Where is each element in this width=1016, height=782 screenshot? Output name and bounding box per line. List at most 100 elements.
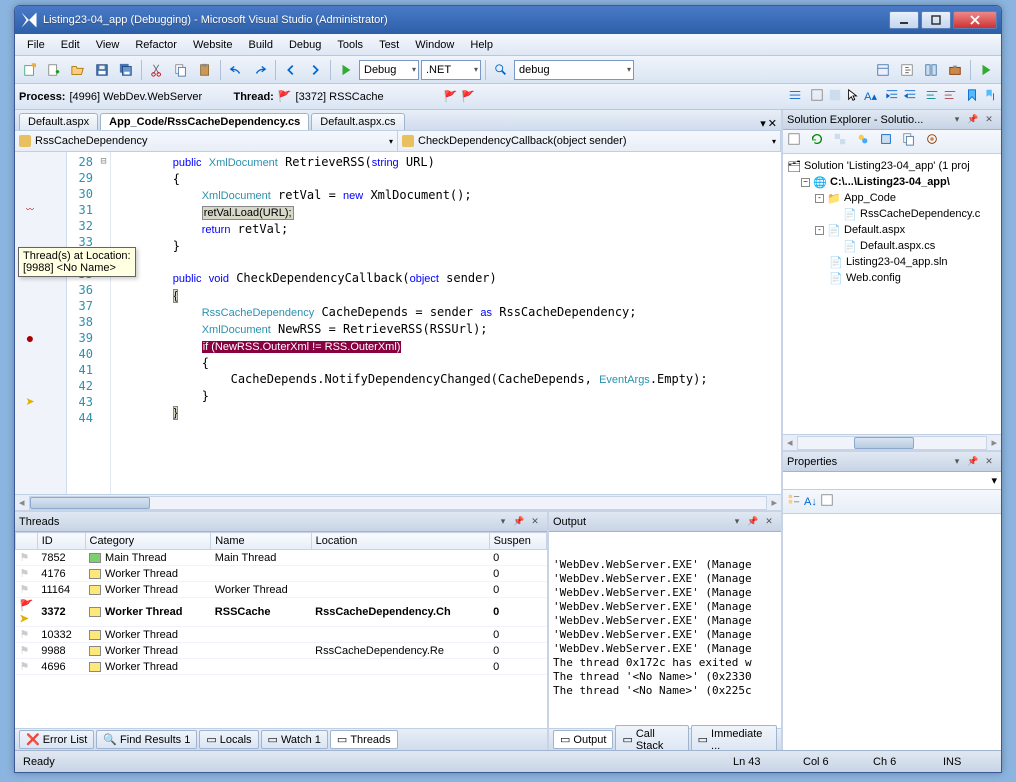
thread-row[interactable]: ⚑11164Worker ThreadWorker Thread0	[16, 582, 547, 598]
show-threads-button[interactable]	[788, 88, 802, 105]
thread-row[interactable]: ⚑4696Worker Thread0	[16, 659, 547, 675]
pin-icon[interactable]: 📌	[745, 514, 761, 530]
bottom-tab[interactable]: ▭Output	[553, 730, 613, 749]
tb-btn-b[interactable]	[828, 88, 842, 105]
panel-close-button[interactable]: ✕	[761, 514, 777, 530]
tree-node[interactable]: 📄Listing23-04_app.sln	[787, 254, 997, 270]
close-button[interactable]	[953, 11, 997, 29]
bottom-tab[interactable]: ▭Threads	[330, 730, 398, 749]
code-editor[interactable]: 〰●➤ 2829303132333435363738394041424344 ⊟…	[15, 152, 781, 494]
active-files-dropdown[interactable]: ▾	[760, 117, 766, 130]
find-in-files-button[interactable]	[490, 59, 512, 81]
panel-close-button[interactable]: ✕	[981, 454, 997, 470]
sln-view-code-button[interactable]	[856, 132, 876, 152]
menu-window[interactable]: Window	[407, 37, 462, 53]
bottom-tab[interactable]: ▭Locals	[199, 730, 258, 749]
doc-tab[interactable]: Default.aspx.cs	[311, 113, 404, 130]
dropdown-icon[interactable]: ▾	[991, 474, 997, 487]
maximize-button[interactable]	[921, 11, 951, 29]
threads-grid[interactable]: IDCategoryNameLocationSuspen⚑7852Main Th…	[15, 532, 547, 728]
flag-toggle-button[interactable]: 🚩	[444, 90, 458, 103]
tree-node[interactable]: 📄Web.config	[787, 270, 997, 286]
thread-row[interactable]: ⚑10332Worker Thread0	[16, 627, 547, 643]
new-project-button[interactable]	[19, 59, 41, 81]
properties-window-button[interactable]	[896, 59, 918, 81]
indent-button[interactable]	[885, 88, 899, 105]
menu-debug[interactable]: Debug	[281, 37, 329, 53]
panel-menu-button[interactable]: ▾	[949, 454, 965, 470]
undo-button[interactable]	[225, 59, 247, 81]
thread-row[interactable]: ⚑7852Main ThreadMain Thread0	[16, 550, 547, 566]
properties-button[interactable]	[820, 493, 834, 510]
thread-row[interactable]: ⚑9988Worker ThreadRssCacheDependency.Re0	[16, 643, 547, 659]
sln-nest-button[interactable]	[833, 132, 853, 152]
object-browser-button[interactable]	[920, 59, 942, 81]
sln-hscroll[interactable]: ◂ ▸	[783, 434, 1001, 450]
menu-edit[interactable]: Edit	[53, 37, 88, 53]
tb-btn-a[interactable]	[810, 88, 824, 105]
output-text[interactable]: 'WebDev.WebServer.EXE' (Manage 'WebDev.W…	[549, 554, 781, 728]
sln-view-designer-button[interactable]	[879, 132, 899, 152]
doc-tab[interactable]: Default.aspx	[19, 113, 98, 130]
thread-dropdown[interactable]: [3372] RSSCache	[296, 91, 416, 103]
pin-icon[interactable]: 📌	[965, 454, 981, 470]
categorized-button[interactable]	[787, 493, 801, 510]
menu-tools[interactable]: Tools	[329, 37, 371, 53]
redo-button[interactable]	[249, 59, 271, 81]
uncomment-button[interactable]	[943, 88, 957, 105]
cut-button[interactable]	[146, 59, 168, 81]
bottom-tab[interactable]: ❌Error List	[19, 730, 94, 749]
add-item-button[interactable]	[43, 59, 65, 81]
toolbox-button[interactable]	[944, 59, 966, 81]
titlebar[interactable]: Listing23-04_app (Debugging) - Microsoft…	[15, 6, 1001, 34]
doc-tab[interactable]: App_Code/RssCacheDependency.cs	[100, 113, 309, 130]
panel-menu-button[interactable]: ▾	[729, 514, 745, 530]
editor-hscroll[interactable]: ◂ ▸	[15, 494, 781, 510]
tree-node[interactable]: -📄Default.aspx	[787, 222, 997, 238]
menu-test[interactable]: Test	[371, 37, 407, 53]
member-dropdown[interactable]: CheckDependencyCallback(object sender)	[398, 131, 781, 151]
solution-explorer-button[interactable]	[872, 59, 894, 81]
panel-close-button[interactable]: ✕	[527, 514, 543, 530]
pointer-icon[interactable]	[846, 88, 860, 105]
sln-copy-website-button[interactable]	[902, 132, 922, 152]
sln-refresh-button[interactable]	[810, 132, 830, 152]
bottom-tab[interactable]: 🔍Find Results 1	[96, 730, 197, 749]
thread-row[interactable]: ⚑4176Worker Thread0	[16, 566, 547, 582]
minimize-button[interactable]	[889, 11, 919, 29]
outdent-button[interactable]	[903, 88, 917, 105]
menu-view[interactable]: View	[88, 37, 128, 53]
type-dropdown[interactable]: RssCacheDependency	[15, 131, 398, 151]
sln-config-button[interactable]	[925, 132, 945, 152]
pin-icon[interactable]: 📌	[511, 514, 527, 530]
menu-refactor[interactable]: Refactor	[127, 37, 185, 53]
nav-back-button[interactable]	[280, 59, 302, 81]
start-button[interactable]	[975, 59, 997, 81]
panel-menu-button[interactable]: ▾	[495, 514, 511, 530]
paste-button[interactable]	[194, 59, 216, 81]
bottom-tab[interactable]: ▭Watch 1	[261, 730, 328, 749]
close-document-button[interactable]: ✕	[768, 117, 777, 130]
copy-button[interactable]	[170, 59, 192, 81]
save-all-button[interactable]	[115, 59, 137, 81]
start-debug-button[interactable]	[335, 59, 357, 81]
tree-node[interactable]: −🌐C:\...\Listing23-04_app\	[787, 174, 997, 190]
nav-fwd-button[interactable]	[304, 59, 326, 81]
tree-node[interactable]: 📄Default.aspx.cs	[787, 238, 997, 254]
menu-file[interactable]: File	[19, 37, 53, 53]
flag-filter-button[interactable]: 🚩	[461, 90, 475, 103]
menu-website[interactable]: Website	[185, 37, 241, 53]
menu-help[interactable]: Help	[462, 37, 501, 53]
open-button[interactable]	[67, 59, 89, 81]
comment-button[interactable]	[925, 88, 939, 105]
platform-dropdown[interactable]: .NET	[421, 60, 481, 80]
tree-node[interactable]: -📁App_Code	[787, 190, 997, 206]
config-dropdown[interactable]: Debug	[359, 60, 419, 80]
save-button[interactable]	[91, 59, 113, 81]
panel-menu-button[interactable]: ▾	[949, 112, 965, 128]
tree-node[interactable]: 🗂Solution 'Listing23-04_app' (1 proj	[787, 158, 997, 174]
menu-build[interactable]: Build	[240, 37, 280, 53]
sln-properties-button[interactable]	[787, 132, 807, 152]
tree-node[interactable]: 📄RssCacheDependency.c	[787, 206, 997, 222]
alphabetical-button[interactable]: A↓	[804, 496, 817, 508]
